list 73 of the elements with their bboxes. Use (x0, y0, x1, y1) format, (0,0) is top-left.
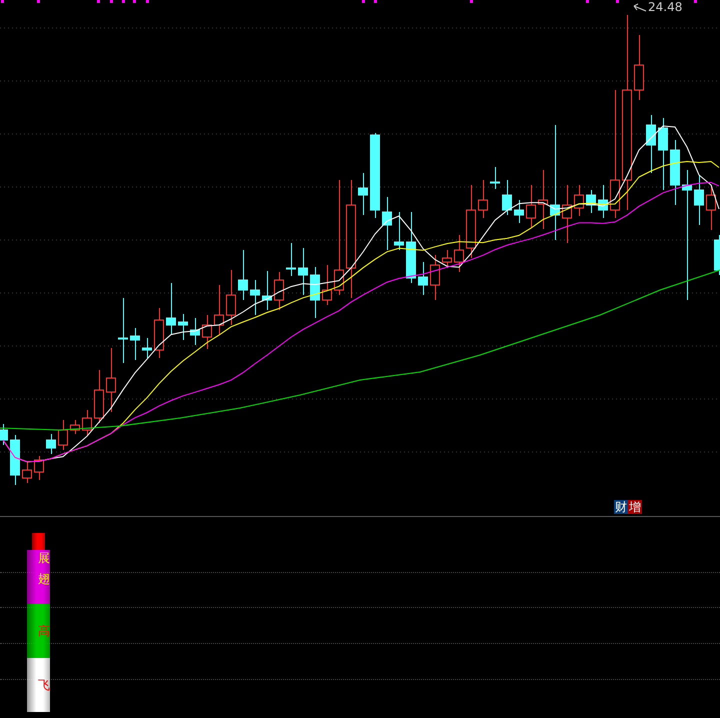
candlestick (310, 266, 320, 318)
candlestick (0, 424, 8, 446)
signal-label: 高 (38, 624, 50, 638)
signal-tag: 增 (628, 500, 642, 514)
event-marker (133, 0, 136, 3)
event-marker (110, 0, 113, 3)
candlestick (382, 196, 392, 250)
candlestick (538, 170, 548, 230)
candlestick (10, 434, 20, 486)
candlestick (202, 314, 212, 350)
candlestick (238, 250, 248, 300)
candlestick (226, 270, 236, 326)
signal-label: 飞 (38, 678, 50, 692)
candlestick (130, 328, 140, 360)
candlestick (106, 348, 116, 412)
candlestick (214, 284, 224, 336)
event-marker (362, 0, 365, 3)
candlestick (694, 174, 704, 226)
candlestick (598, 184, 608, 218)
candlestick (358, 172, 368, 216)
candlestick (586, 190, 596, 214)
event-marker (374, 0, 377, 3)
candlestick (430, 254, 440, 300)
candlestick (454, 234, 464, 272)
candlestick (406, 212, 416, 284)
candlestick (502, 180, 512, 216)
candlestick (274, 272, 284, 310)
event-marker (122, 0, 125, 3)
candlestick (490, 166, 500, 190)
signal-label: 翅 (38, 572, 50, 586)
candlestick (94, 370, 104, 424)
candlestick (154, 308, 164, 358)
candlestick (34, 456, 44, 480)
candlestick (394, 212, 404, 250)
candlestick (82, 410, 92, 436)
candlestick (442, 250, 452, 268)
signal-label: 展 (38, 551, 50, 565)
candlestick (526, 184, 536, 228)
event-marker (146, 0, 149, 3)
candlestick (286, 242, 296, 276)
candlestick (574, 184, 584, 216)
candlestick (142, 338, 152, 358)
candlestick (714, 234, 720, 276)
event-marker (470, 0, 473, 3)
candlestick (178, 314, 188, 340)
candlestick (298, 248, 308, 296)
event-marker (586, 0, 589, 3)
high-price-label: 24.48 (648, 0, 682, 15)
candlestick (562, 184, 572, 244)
candlestick (646, 114, 656, 174)
event-marker (694, 0, 697, 3)
event-marker (1, 0, 4, 3)
candlestick (322, 264, 332, 306)
event-marker (37, 0, 40, 3)
candlestick (70, 420, 80, 434)
event-marker (616, 0, 619, 3)
candlestick (706, 184, 716, 230)
candlestick (190, 318, 200, 346)
candlestick (118, 298, 128, 364)
candlestick (22, 462, 32, 484)
candlestick (46, 434, 56, 454)
candlestick (478, 180, 488, 218)
candlestick (58, 420, 68, 450)
signal-tag: 财 (614, 500, 628, 514)
candlestick (418, 262, 428, 296)
leader-line (634, 4, 646, 12)
candlestick (514, 200, 524, 224)
candlestick (634, 34, 644, 100)
candlestick (670, 140, 680, 206)
candlestick (250, 280, 260, 316)
candlestick (166, 282, 176, 336)
candlestick (262, 270, 272, 310)
event-marker (97, 0, 100, 3)
